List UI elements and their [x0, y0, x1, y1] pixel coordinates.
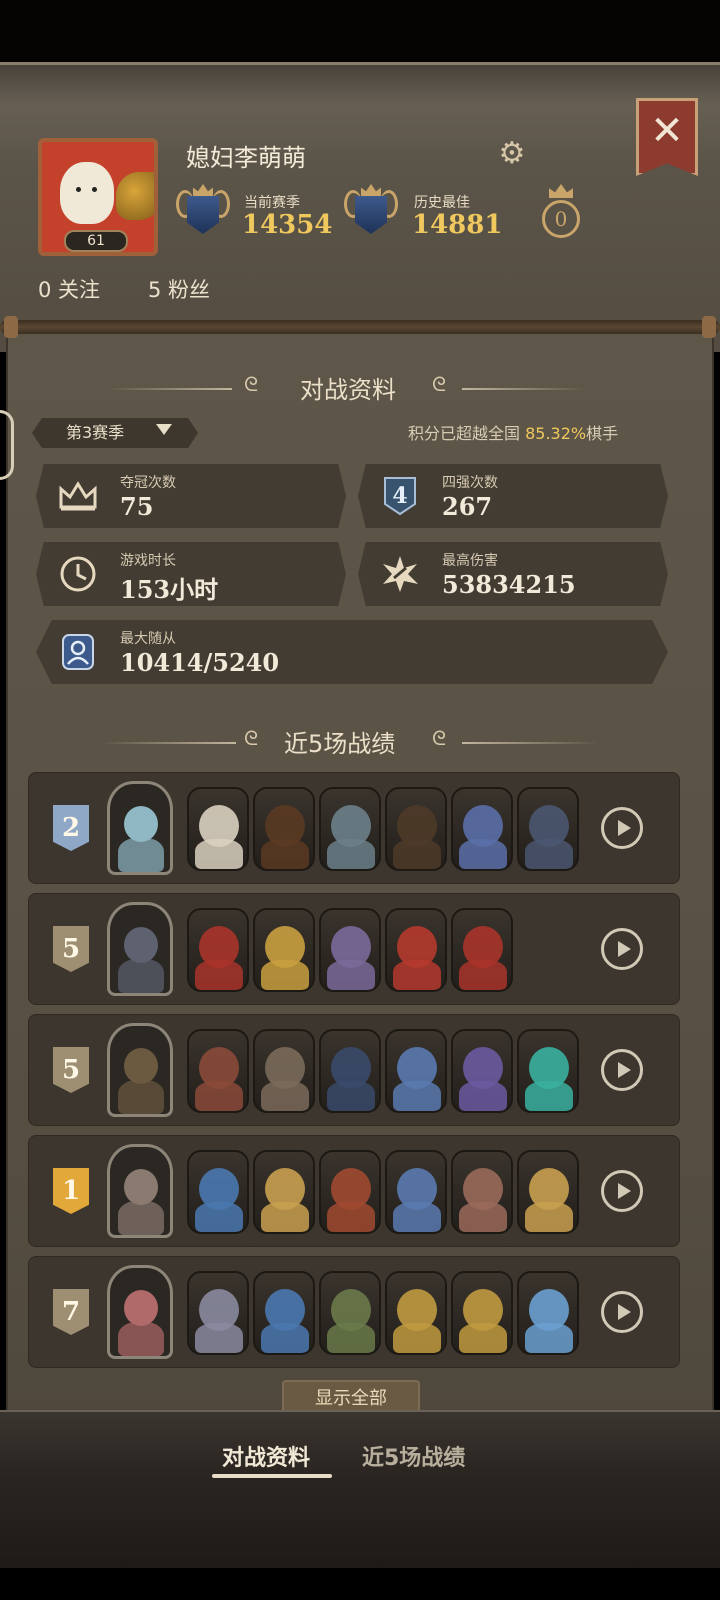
show-all-button[interactable]: 显示全部: [282, 1380, 420, 1414]
avatar-face: [60, 162, 114, 224]
minion-card[interactable]: [517, 787, 579, 871]
minion-card[interactable]: [187, 908, 249, 992]
hero-portrait[interactable]: [107, 1265, 173, 1359]
tab-active-indicator: [212, 1474, 332, 1478]
current-season-rank-icon: [176, 184, 230, 238]
match-row: 5: [28, 893, 680, 1005]
stat-card-wins: 夺冠次数 75: [36, 464, 346, 528]
minion-card[interactable]: [451, 908, 513, 992]
scroll-rod: [0, 320, 720, 334]
crown-icon: [56, 476, 100, 516]
side-hook: [0, 410, 14, 480]
hero-portrait[interactable]: [107, 1023, 173, 1117]
hero-portrait[interactable]: [107, 1144, 173, 1238]
percentile-text: 积分已超越全国 85.32%棋手: [408, 424, 619, 443]
tab-battle-stats[interactable]: 对战资料: [222, 1440, 310, 1472]
recent-matches-title: 近5场战绩: [284, 730, 396, 758]
divider-left: [108, 388, 232, 390]
replay-button[interactable]: [601, 1049, 643, 1091]
minion-card[interactable]: [187, 787, 249, 871]
stat-card-playtime: 游戏时长 153小时: [36, 542, 346, 606]
minion-card[interactable]: [385, 1271, 447, 1355]
app-root: ✕ 61 媳妇李萌萌 ⚙ 当前赛季 14354 历史最佳 14881 0 0 关…: [0, 0, 720, 1600]
minion-card[interactable]: [385, 1029, 447, 1113]
level-badge: 61: [64, 230, 128, 252]
placement-badge: 7: [53, 1289, 89, 1335]
hero-portrait[interactable]: [107, 781, 173, 875]
minion-card[interactable]: [319, 1029, 381, 1113]
best-label: 历史最佳: [414, 195, 470, 211]
match-row: 1: [28, 1135, 680, 1247]
season-select[interactable]: 第3赛季: [32, 418, 198, 448]
stat-card-max-minion: 最大随从 10414/5240: [36, 620, 668, 684]
minion-card[interactable]: [385, 787, 447, 871]
minion-card[interactable]: [319, 908, 381, 992]
minion-card[interactable]: [319, 787, 381, 871]
placement-badge: 2: [53, 805, 89, 851]
best-score: 14881: [412, 210, 503, 240]
chevron-down-icon: [156, 424, 172, 435]
swirl-ornament-icon: ᘓ: [432, 726, 447, 750]
swirl-ornament-icon: ᘓ: [244, 726, 259, 750]
replay-button[interactable]: [601, 928, 643, 970]
match-row: 7: [28, 1256, 680, 1368]
minion-card[interactable]: [517, 1271, 579, 1355]
minion-card[interactable]: [451, 787, 513, 871]
status-bar-area: [0, 0, 720, 70]
divider-right: [462, 742, 598, 744]
player-name: 媳妇李萌萌: [186, 144, 306, 172]
minion-card[interactable]: [517, 1029, 579, 1113]
minion-card[interactable]: [451, 1029, 513, 1113]
minion-card[interactable]: [253, 1150, 315, 1234]
divider-left: [100, 742, 236, 744]
clock-icon: [56, 554, 100, 594]
stat-card-top4: 4 四强次数 267: [358, 464, 668, 528]
current-season-score: 14354: [242, 210, 333, 240]
close-icon: ✕: [650, 108, 684, 154]
minion-card[interactable]: [517, 1150, 579, 1234]
minion-card[interactable]: [319, 1150, 381, 1234]
replay-button[interactable]: [601, 1170, 643, 1212]
placement-badge: 5: [53, 1047, 89, 1093]
minion-card[interactable]: [385, 1150, 447, 1234]
divider-right: [462, 388, 586, 390]
stat-card-max-damage: 最高伤害 53834215: [358, 542, 668, 606]
minion-card[interactable]: [187, 1271, 249, 1355]
avatar-ornament: [116, 172, 154, 220]
swirl-ornament-icon: ᘓ: [244, 372, 259, 396]
current-season-label: 当前赛季: [244, 195, 300, 211]
minion-card[interactable]: [187, 1029, 249, 1113]
percentile-value: 85.32%: [525, 424, 587, 443]
best-rank-icon: [344, 184, 398, 238]
minion-card[interactable]: [451, 1150, 513, 1234]
top4-icon: 4: [378, 476, 422, 516]
minion-card[interactable]: [253, 1271, 315, 1355]
crown-count: 0: [542, 200, 580, 238]
minion-card[interactable]: [451, 1271, 513, 1355]
placement-badge: 5: [53, 926, 89, 972]
followers-count[interactable]: 5 粉丝: [148, 274, 210, 304]
minion-card[interactable]: [187, 1150, 249, 1234]
hero-portrait[interactable]: [107, 902, 173, 996]
gear-icon[interactable]: ⚙: [496, 138, 528, 170]
svg-text:4: 4: [392, 483, 407, 509]
battle-stats-title: 对战资料: [300, 376, 396, 404]
minion-card[interactable]: [253, 1029, 315, 1113]
following-count[interactable]: 0 关注: [38, 274, 100, 304]
minion-icon: [56, 632, 100, 672]
minion-card[interactable]: [253, 908, 315, 992]
placement-badge: 1: [53, 1168, 89, 1214]
nav-bar-area: [0, 1568, 720, 1600]
minion-card[interactable]: [319, 1271, 381, 1355]
minion-card[interactable]: [253, 787, 315, 871]
tab-recent5[interactable]: 近5场战绩: [362, 1440, 465, 1472]
match-row: 5: [28, 1014, 680, 1126]
damage-icon: [378, 554, 422, 594]
replay-button[interactable]: [601, 807, 643, 849]
match-row: 2: [28, 772, 680, 884]
bottom-tab-bar: [0, 1410, 720, 1568]
minion-card[interactable]: [385, 908, 447, 992]
replay-button[interactable]: [601, 1291, 643, 1333]
swirl-ornament-icon: ᘓ: [432, 372, 447, 396]
